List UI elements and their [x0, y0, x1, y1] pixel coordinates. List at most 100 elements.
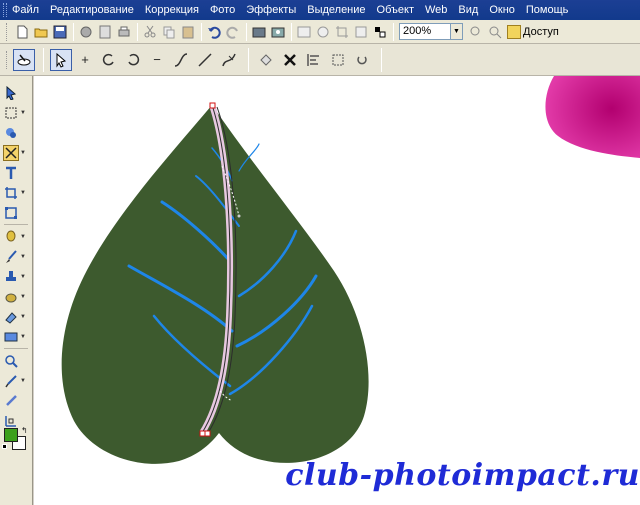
chevron-down-icon[interactable]: ▼ — [20, 378, 26, 384]
pick-tool[interactable] — [3, 84, 29, 102]
crop-tool[interactable]: ▼ — [3, 184, 29, 202]
new-file-icon[interactable] — [13, 23, 31, 41]
fill-tool[interactable]: ▼ — [3, 328, 29, 346]
reshape-icon[interactable] — [351, 49, 373, 71]
toolbar-divider — [43, 47, 44, 72]
pot-icon — [3, 289, 19, 305]
chevron-down-icon[interactable]: ▼ — [20, 274, 26, 280]
paint-tool[interactable]: ▼ — [3, 248, 29, 266]
text-tool[interactable] — [3, 164, 29, 182]
chevron-down-icon[interactable]: ▼ — [20, 294, 26, 300]
menu-object[interactable]: Объект — [377, 4, 414, 16]
remove-node-icon[interactable]: − — [146, 49, 168, 71]
transform-tool[interactable] — [3, 204, 29, 222]
scan-icon[interactable] — [77, 23, 95, 41]
align-icon[interactable] — [303, 49, 325, 71]
browse-icon[interactable] — [295, 23, 313, 41]
toolbar-divider — [201, 22, 202, 41]
zoom-tool[interactable] — [3, 352, 29, 370]
menu-file[interactable]: Файл — [12, 4, 39, 16]
path-node-top[interactable] — [209, 102, 216, 109]
menu-grip[interactable] — [3, 3, 7, 17]
color-swatches[interactable]: ↰ — [2, 426, 30, 452]
retouch-tool[interactable]: ▼ — [3, 228, 29, 246]
menu-window[interactable]: Окно — [489, 4, 515, 16]
eyedropper-tool[interactable]: ▼ — [3, 372, 29, 390]
canvas-area[interactable]: club-photoimpact.ru — [34, 76, 640, 505]
curve-icon[interactable] — [170, 49, 192, 71]
document-icon[interactable] — [96, 23, 114, 41]
eyedropper-icon — [3, 373, 19, 389]
print-icon[interactable] — [115, 23, 133, 41]
zoom-combo[interactable]: 200% — [399, 23, 451, 40]
chevron-down-icon[interactable]: ▼ — [20, 334, 26, 340]
path-edit-tool[interactable]: ▼ — [3, 144, 29, 162]
line-icon[interactable] — [194, 49, 216, 71]
selection-tool[interactable]: ▼ — [3, 104, 29, 122]
copy-icon[interactable] — [160, 23, 178, 41]
standard-toolbar: 200% ▼ Доступ — [0, 20, 640, 44]
pink-shape[interactable] — [545, 76, 640, 158]
toolbar-divider — [246, 22, 247, 41]
arrow-icon — [3, 85, 19, 101]
swap-colors-icon[interactable]: ↰ — [21, 426, 28, 435]
transform-icon — [3, 205, 19, 221]
control-handle[interactable] — [237, 214, 241, 218]
path-mode-icon[interactable] — [13, 48, 35, 71]
toolbar-grip[interactable] — [6, 22, 9, 41]
capture-icon[interactable] — [269, 23, 287, 41]
chevron-down-icon[interactable]: ▼ — [20, 110, 26, 116]
menu-edit[interactable]: Редактирование — [50, 4, 134, 16]
clone-tool[interactable]: ▼ — [3, 268, 29, 286]
web-icon[interactable] — [314, 23, 332, 41]
chevron-down-icon[interactable]: ▼ — [20, 234, 26, 240]
undo-icon[interactable] — [205, 23, 223, 41]
crop-icon[interactable] — [333, 23, 351, 41]
chevron-down-icon[interactable]: ▼ — [20, 190, 26, 196]
fill-icon[interactable] — [255, 49, 277, 71]
magic-wand-tool[interactable] — [3, 124, 29, 142]
access-button[interactable]: Доступ — [507, 24, 559, 39]
stamp-tool[interactable]: ▼ — [3, 288, 29, 306]
delete-icon[interactable] — [279, 49, 301, 71]
marquee-icon — [3, 105, 19, 121]
brush-icon — [3, 249, 19, 265]
frame-icon[interactable] — [352, 23, 370, 41]
path-node-bottom[interactable] — [199, 430, 206, 437]
add-node-icon[interactable]: + — [74, 49, 96, 71]
pen-tool[interactable] — [3, 392, 29, 410]
rotate-right-icon[interactable] — [122, 49, 144, 71]
eraser-tool[interactable]: ▼ — [3, 308, 29, 326]
color-palette-icon[interactable] — [371, 23, 389, 41]
foreground-color-swatch[interactable] — [4, 428, 18, 442]
zoom-fit-icon[interactable] — [467, 23, 485, 41]
convert-node-icon[interactable] — [218, 49, 240, 71]
chevron-down-icon[interactable]: ▼ — [20, 150, 26, 156]
chevron-down-icon[interactable]: ▼ — [20, 314, 26, 320]
toolbar-divider — [137, 22, 138, 41]
redo-icon[interactable] — [224, 23, 242, 41]
menu-web[interactable]: Web — [425, 4, 447, 16]
path-node-bottom-right[interactable] — [204, 430, 211, 437]
stamp-icon — [3, 269, 19, 285]
toolbar-grip[interactable] — [6, 50, 9, 69]
menu-view[interactable]: Вид — [458, 4, 478, 16]
rotate-left-icon[interactable] — [98, 49, 120, 71]
reset-colors-icon[interactable] — [2, 444, 7, 449]
menu-selection[interactable]: Выделение — [307, 4, 365, 16]
menu-photo[interactable]: Фото — [210, 4, 235, 16]
distribute-icon[interactable] — [327, 49, 349, 71]
menu-help[interactable]: Помощь — [526, 4, 569, 16]
chevron-down-icon[interactable]: ▼ — [451, 23, 463, 40]
ruler-icon — [3, 413, 19, 429]
cut-icon[interactable] — [141, 23, 159, 41]
image-adjust-icon[interactable] — [250, 23, 268, 41]
chevron-down-icon[interactable]: ▼ — [20, 254, 26, 260]
zoom-icon[interactable] — [486, 23, 504, 41]
open-folder-icon[interactable] — [32, 23, 50, 41]
paste-icon[interactable] — [179, 23, 197, 41]
save-icon[interactable] — [51, 23, 69, 41]
menu-effects[interactable]: Эффекты — [246, 4, 296, 16]
select-node-icon[interactable] — [50, 48, 72, 71]
menu-adjust[interactable]: Коррекция — [145, 4, 199, 16]
